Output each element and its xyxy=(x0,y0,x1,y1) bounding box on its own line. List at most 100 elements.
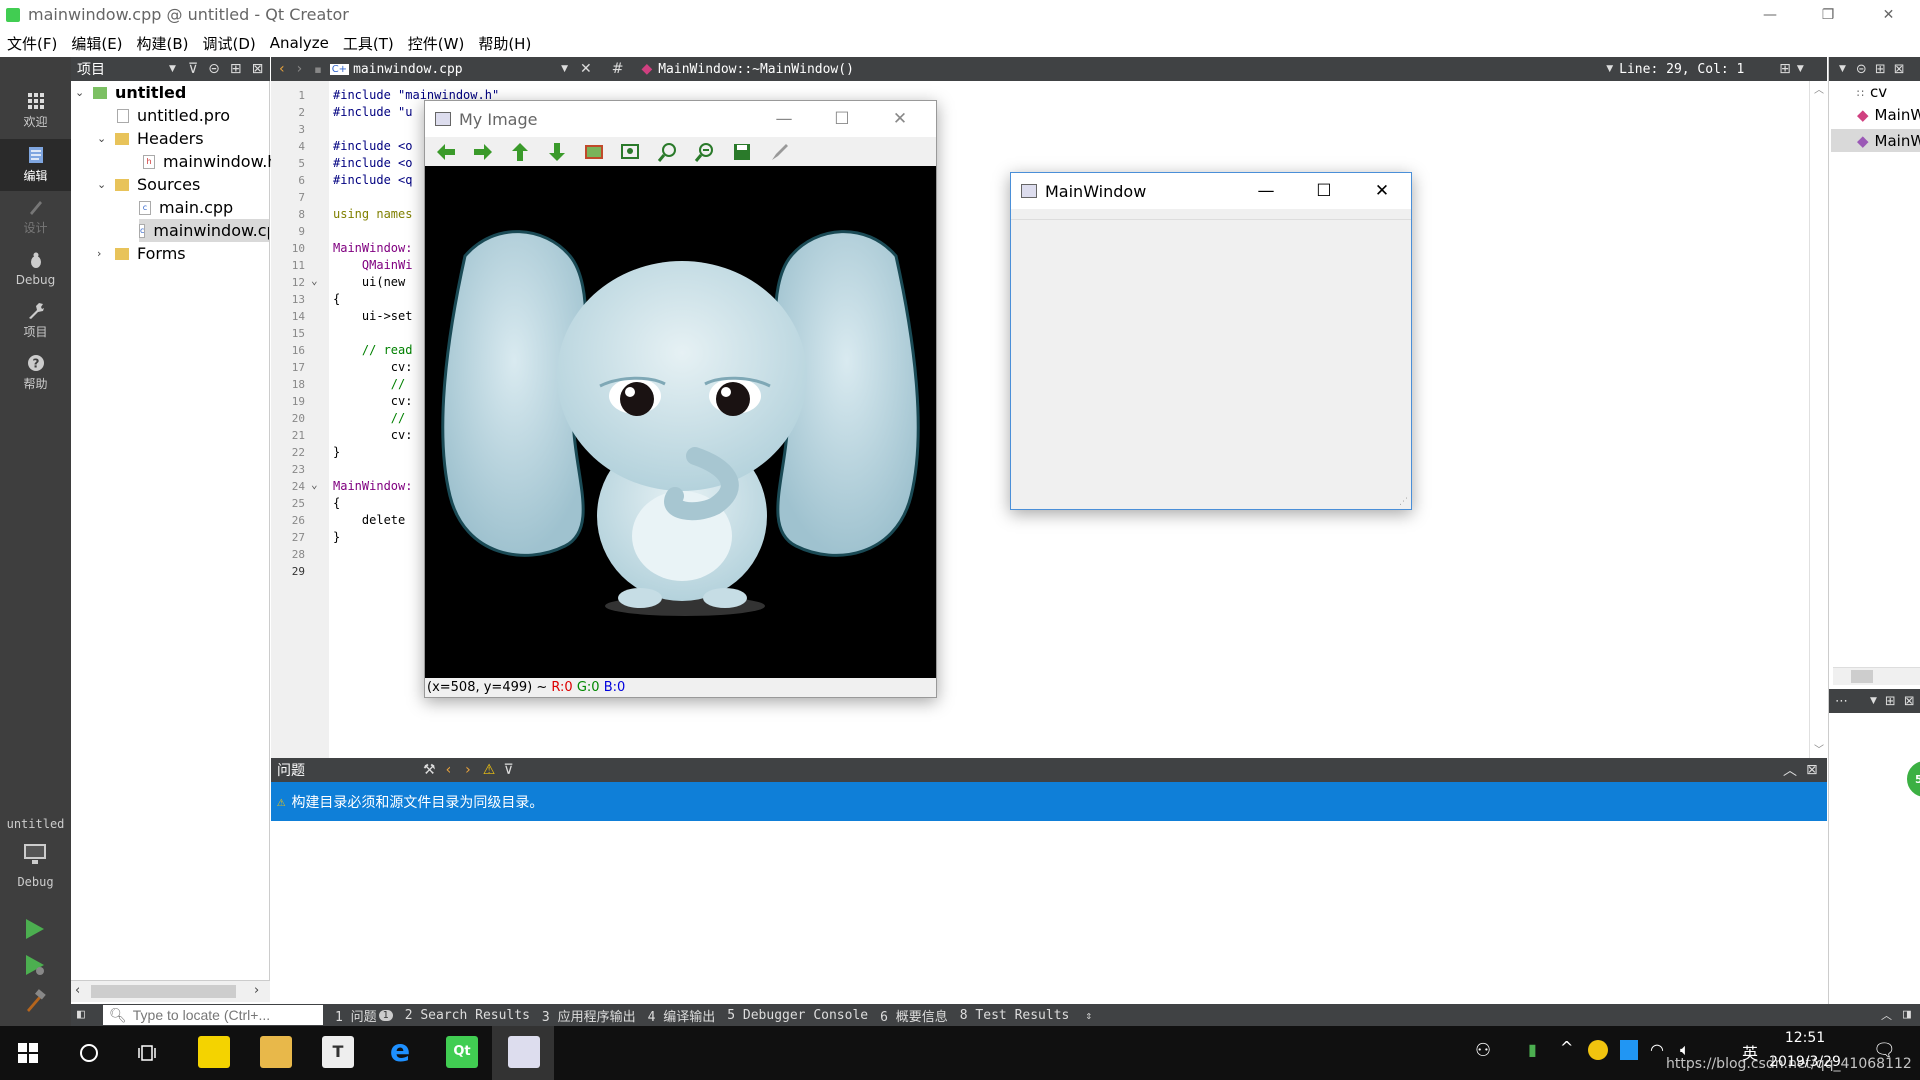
outline-hscroll[interactable] xyxy=(1833,667,1920,685)
code-line[interactable]: } xyxy=(333,529,340,546)
scroll-down-icon[interactable]: ﹀ xyxy=(1814,741,1824,756)
locator-input[interactable]: 🔍︎ Type to locate (Ctrl+... xyxy=(103,1005,323,1025)
dropdown-icon[interactable]: ▼ xyxy=(1606,64,1613,74)
tree-node-headers[interactable]: ⌄ Headers xyxy=(97,127,204,150)
menu-file[interactable]: 文件(F) xyxy=(0,33,64,54)
close-button[interactable]: ✕ xyxy=(1857,0,1920,29)
image-canvas[interactable] xyxy=(425,166,936,678)
mainwindow-menubar[interactable] xyxy=(1011,209,1411,220)
link-icon[interactable]: ⊝ xyxy=(208,61,220,77)
filter-icon[interactable]: ⊽ xyxy=(188,61,198,77)
open-file-tab[interactable]: mainwindow.cpp xyxy=(353,62,561,77)
scroll-left-icon[interactable]: ‹ xyxy=(75,983,80,998)
menu-edit[interactable]: 编辑(E) xyxy=(64,33,129,54)
down-arrow-icon[interactable] xyxy=(546,142,568,162)
zoom-out-icon[interactable] xyxy=(694,142,716,162)
build-filter-icon[interactable]: ⚒ xyxy=(423,762,436,778)
editor-vscroll[interactable]: ︿ ﹀ xyxy=(1809,81,1827,758)
symbol-selector[interactable]: MainWindow::~MainWindow() xyxy=(658,62,1606,77)
kit-selector[interactable]: Debug xyxy=(0,843,71,905)
menu-help[interactable]: 帮助(H) xyxy=(471,33,538,54)
cursor-position[interactable]: Line: 29, Col: 1 xyxy=(1619,62,1779,77)
output-tab-search[interactable]: 2 Search Results xyxy=(405,1008,530,1023)
code-line[interactable]: cv: xyxy=(333,427,413,444)
code-line[interactable]: MainWindow: xyxy=(333,478,412,495)
menu-debug[interactable]: 调试(D) xyxy=(196,33,263,54)
mode-projects[interactable]: 项目 xyxy=(0,295,71,347)
scroll-thumb[interactable] xyxy=(91,985,236,998)
build-hammer-icon[interactable] xyxy=(24,989,46,1013)
menu-analyze[interactable]: Analyze xyxy=(263,34,336,52)
maximize-pane-icon[interactable]: ︿ xyxy=(1881,1007,1892,1023)
image-viewer-taskbar-icon[interactable] xyxy=(508,1036,540,1068)
close-button[interactable]: ✕ xyxy=(1353,173,1411,209)
sticky-notes-icon[interactable] xyxy=(198,1036,230,1068)
people-icon[interactable]: ⚇ xyxy=(1475,1040,1499,1064)
tree-node-main-cpp[interactable]: c main.cpp xyxy=(139,196,233,219)
windows-start-icon[interactable] xyxy=(18,1043,38,1063)
zoom-fit-icon[interactable] xyxy=(620,142,642,162)
tree-node-pro-file[interactable]: untitled.pro xyxy=(117,104,230,127)
output-tab-app-output[interactable]: 3 应用程序输出 xyxy=(542,1006,636,1025)
expand-icon[interactable]: ⌄ xyxy=(97,178,109,191)
file-explorer-icon[interactable] xyxy=(260,1036,292,1068)
code-line[interactable]: // read xyxy=(333,342,413,359)
mode-help[interactable]: ? 帮助 xyxy=(0,347,71,399)
tree-node-forms[interactable]: › Forms xyxy=(97,242,186,265)
text-editor-icon[interactable]: T xyxy=(322,1036,354,1068)
expand-icon[interactable]: ⌄ xyxy=(75,86,87,99)
close-panel-icon[interactable]: ⊠ xyxy=(252,61,264,77)
project-panel-title[interactable]: 项目 xyxy=(77,59,169,79)
code-line[interactable]: MainWindow: xyxy=(333,240,412,257)
expand-icon[interactable]: › xyxy=(97,247,109,260)
output-tab-tests[interactable]: 8 Test Results xyxy=(960,1008,1070,1023)
code-line[interactable]: ui(new xyxy=(333,274,412,291)
edge-browser-icon[interactable]: e xyxy=(384,1036,416,1068)
close-file-icon[interactable]: ✕ xyxy=(580,61,592,77)
expand-icon[interactable]: ⌄ xyxy=(97,132,109,145)
up-arrow-icon[interactable] xyxy=(509,142,531,162)
image-icon[interactable] xyxy=(583,142,605,162)
dropdown-icon[interactable]: ▼ xyxy=(1870,696,1877,706)
mode-design[interactable]: 设计 xyxy=(0,191,71,243)
outline-item-selected[interactable]: ◆ MainW xyxy=(1831,129,1920,152)
code-line[interactable]: #include <o xyxy=(333,138,412,155)
code-line[interactable]: delete xyxy=(333,512,412,529)
brush-icon[interactable] xyxy=(768,142,790,162)
dropdown-icon[interactable]: ▼ xyxy=(1797,64,1804,74)
tray-expand-icon[interactable]: ^ xyxy=(1560,1038,1573,1057)
issue-row-selected[interactable]: ⚠ 构建目录必须和源文件目录为同级目录。 xyxy=(271,782,1827,821)
tree-node-header-file[interactable]: h mainwindow.h xyxy=(143,150,277,173)
code-line[interactable]: } xyxy=(333,444,340,461)
task-view-icon[interactable] xyxy=(138,1042,160,1064)
scroll-up-icon[interactable]: ︿ xyxy=(1814,81,1824,96)
toggle-right-sidebar-icon[interactable]: ◨ xyxy=(1903,1007,1911,1022)
size-grip-icon[interactable]: ⋰ xyxy=(1399,497,1409,507)
prev-issue-icon[interactable]: ‹ xyxy=(446,762,452,778)
tree-node-mainwindow-cpp[interactable]: c mainwindow.cpp xyxy=(139,219,269,242)
qt-creator-taskbar-icon[interactable]: Qt xyxy=(446,1036,478,1068)
close-panel-icon[interactable]: ⊠ xyxy=(1904,694,1915,709)
right-arrow-icon[interactable] xyxy=(472,142,494,162)
battery-icon[interactable]: ▮ xyxy=(1528,1040,1537,1059)
code-line[interactable]: #include <q xyxy=(333,172,412,189)
next-issue-icon[interactable]: › xyxy=(465,762,471,778)
code-line[interactable]: #include "u xyxy=(333,104,412,121)
code-line[interactable]: cv: xyxy=(333,359,413,376)
menu-tools[interactable]: 工具(T) xyxy=(336,33,401,54)
code-line[interactable]: cv: xyxy=(333,393,413,410)
zoom-in-icon[interactable] xyxy=(657,142,679,162)
maximize-pane-icon[interactable]: ︿ xyxy=(1783,760,1797,780)
mode-debug[interactable]: Debug xyxy=(0,243,71,295)
scroll-right-icon[interactable]: › xyxy=(254,983,259,998)
code-line[interactable]: ui->set xyxy=(333,308,413,325)
mode-edit[interactable]: 编辑 xyxy=(0,139,71,191)
output-tab-debugger[interactable]: 5 Debugger Console xyxy=(727,1008,868,1023)
fold-marker-icon[interactable]: ⌄ xyxy=(311,274,318,287)
nav-back-icon[interactable]: ‹ xyxy=(279,61,285,77)
search-circle-icon[interactable] xyxy=(78,1042,100,1064)
nav-forward-icon[interactable]: › xyxy=(297,61,303,77)
split-icon[interactable]: ⊞ xyxy=(1875,62,1886,77)
save-icon[interactable] xyxy=(731,142,753,162)
restore-button[interactable]: ❐ xyxy=(1799,0,1857,29)
